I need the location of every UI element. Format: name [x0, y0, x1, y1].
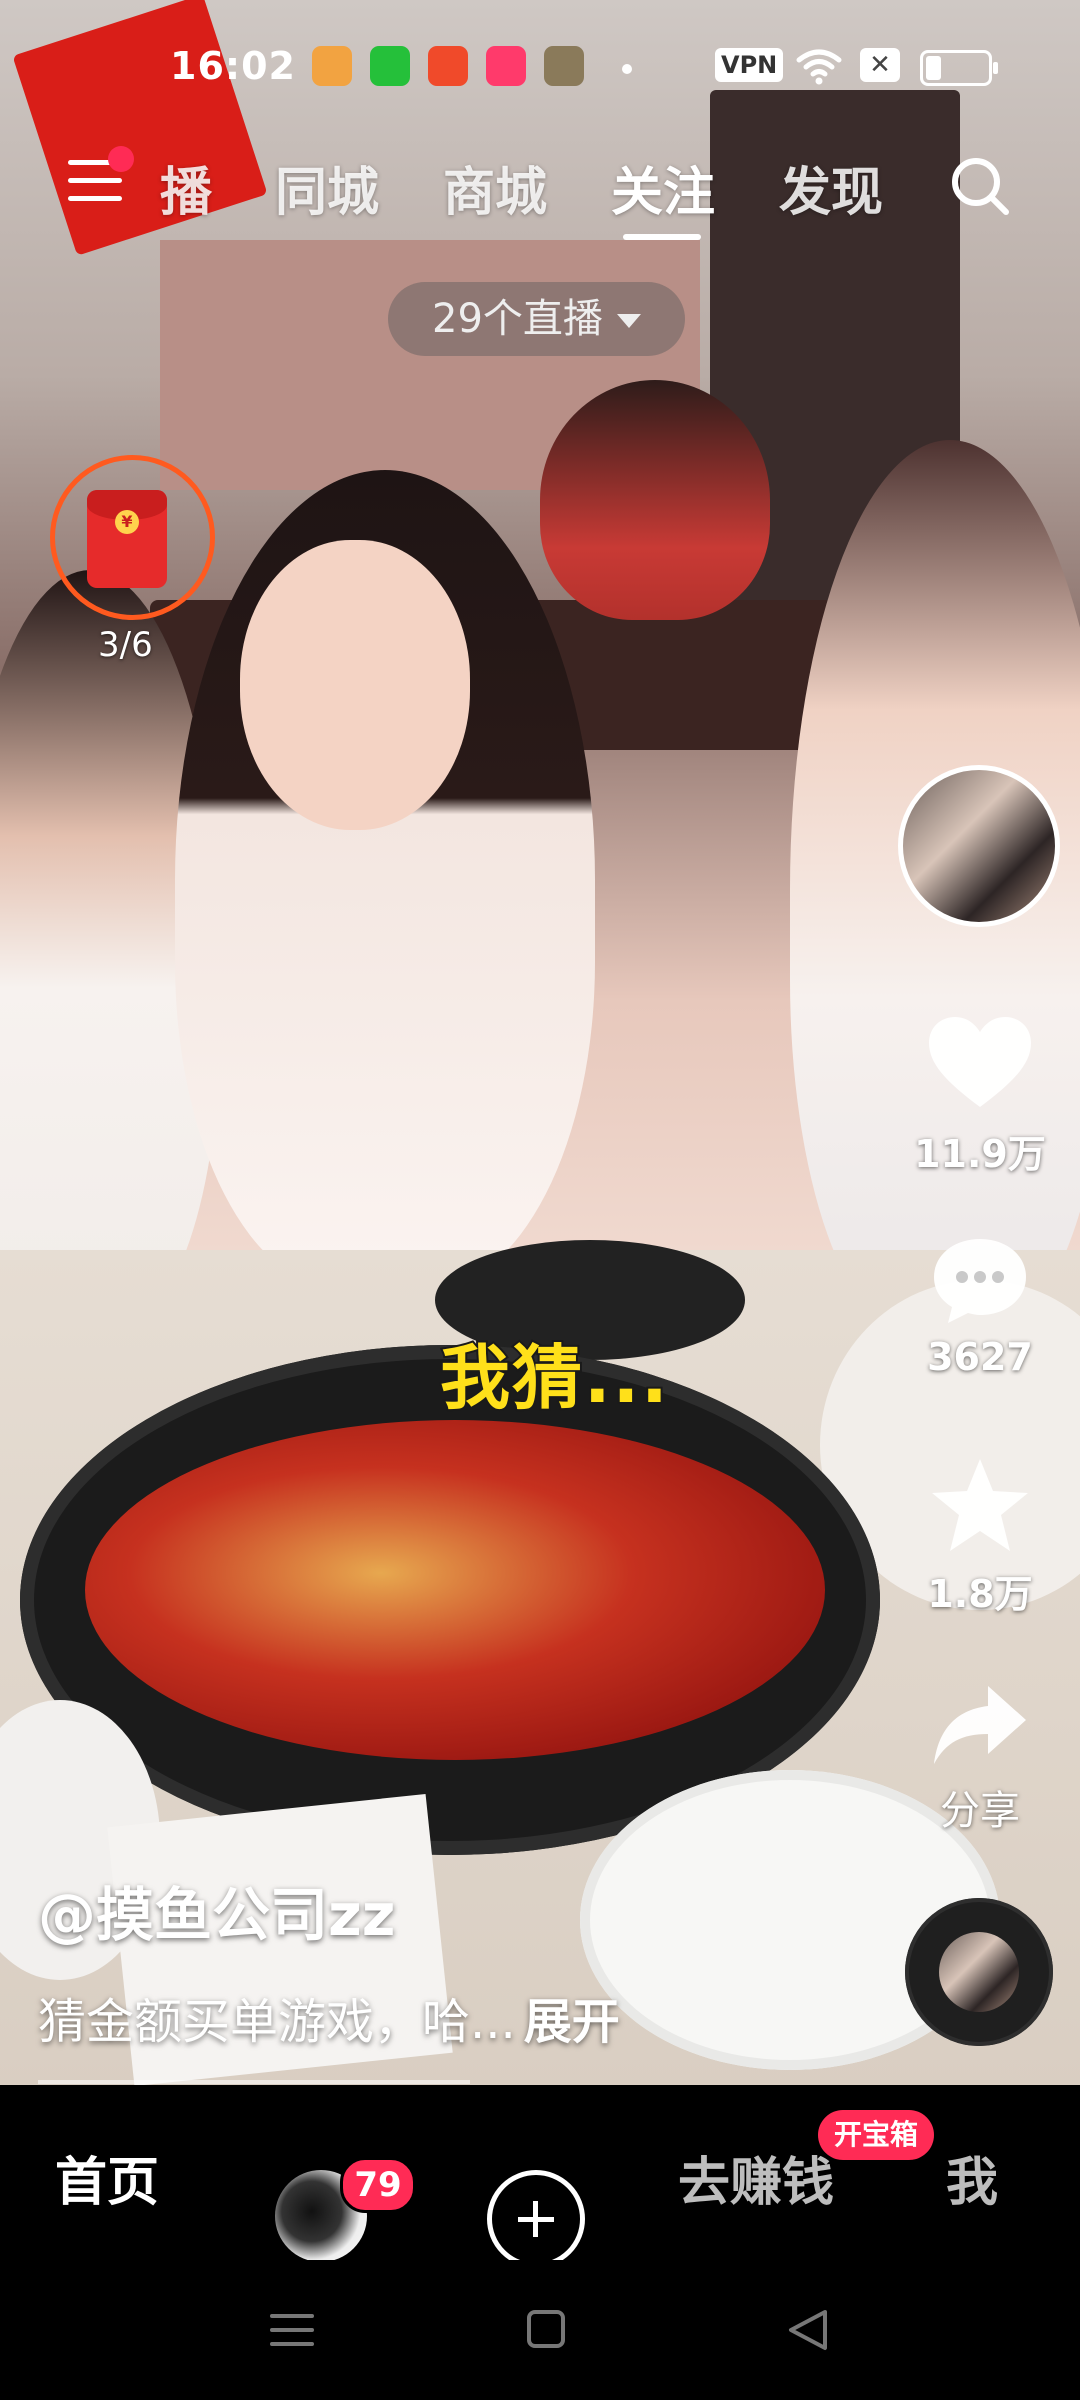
game-app-icon [544, 46, 584, 86]
bottom-nav: 首页 79 去赚钱 开宝箱 我 [0, 2085, 1080, 2268]
back-icon[interactable] [785, 2308, 831, 2352]
battery-nub [993, 62, 998, 74]
notification-app-icon [312, 46, 352, 86]
recent-apps-icon[interactable] [270, 2310, 314, 2350]
author-avatar[interactable] [898, 765, 1060, 927]
tab-following[interactable]: 关注 [611, 150, 715, 225]
background-person [540, 380, 770, 620]
status-time: 16:02 [170, 44, 296, 88]
star-icon [932, 1459, 1028, 1551]
vpn-icon: VPN [715, 48, 784, 82]
friends-notification-badge: 79 [340, 2157, 416, 2213]
douyin-screen: 16:02 VPN ✕ 播 同城 商城 关注 发现 29个直播 ¥ 3/6 11… [0, 0, 1080, 2400]
tab-discover[interactable]: 发现 [779, 150, 883, 225]
video-app-icon [428, 46, 468, 86]
spicy-food [85, 1420, 825, 1760]
music-disc-button[interactable] [905, 1898, 1053, 2046]
treasure-box-badge[interactable]: 开宝箱 [818, 2110, 935, 2160]
like-button[interactable]: 11.9万 [900, 1015, 1060, 1178]
music-cover [939, 1932, 1019, 2012]
create-post-button[interactable] [487, 2170, 585, 2268]
battery-level [926, 56, 941, 80]
author-name[interactable]: @摸鱼公司zz [38, 1868, 396, 1952]
video-description[interactable]: 猜金额买单游戏，哈... 展开 [38, 1982, 620, 2052]
heart-icon [929, 1017, 1031, 1107]
menu-notification-dot [108, 146, 134, 172]
tab-active-indicator [623, 234, 701, 240]
expand-link[interactable]: 展开 [524, 1994, 620, 2050]
yuan-coin-icon: ¥ [115, 510, 139, 534]
no-sim-icon: ✕ [860, 48, 900, 82]
red-envelope-icon: ¥ [87, 490, 167, 588]
share-arrow-icon [934, 1686, 1026, 1764]
video-sticker-text: 我猜... [438, 1335, 670, 1421]
more-notifications-dot [622, 64, 632, 74]
wifi-icon [796, 49, 842, 85]
nav-home[interactable]: 首页 [55, 2140, 159, 2215]
wechat-icon [370, 46, 410, 86]
share-label: 分享 [940, 1788, 1020, 1834]
dropdown-arrow-icon [616, 314, 641, 328]
system-nav-bar [0, 2260, 1080, 2400]
favorite-button[interactable]: 1.8万 [900, 1455, 1060, 1618]
nav-me[interactable]: 我 [946, 2140, 998, 2215]
tab-live[interactable]: 播 [160, 150, 212, 225]
nav-earn[interactable]: 去赚钱 [678, 2140, 834, 2215]
search-icon[interactable] [948, 154, 1012, 218]
comment-icon [934, 1239, 1026, 1323]
share-button[interactable]: 分享 [900, 1680, 1060, 1836]
person-center-face [240, 540, 470, 830]
tab-local[interactable]: 同城 [275, 150, 379, 225]
video-progress-bar[interactable] [38, 2080, 470, 2084]
music-app-icon [486, 46, 526, 86]
battery-icon [920, 50, 998, 86]
home-icon[interactable] [527, 2310, 565, 2348]
plus-icon-v [533, 2201, 538, 2237]
comment-button[interactable]: 3627 [900, 1235, 1060, 1379]
description-text: 猜金额买单游戏，哈... [38, 1994, 516, 2050]
like-count: 11.9万 [914, 1132, 1046, 1176]
red-packet-progress: 3/6 [98, 625, 153, 665]
comment-count: 3627 [927, 1335, 1033, 1379]
status-bar: 16:02 VPN ✕ [0, 44, 1080, 94]
live-count-label: 29个直播 [432, 296, 603, 342]
red-packet-button[interactable]: ¥ [50, 455, 215, 620]
tab-mall[interactable]: 商城 [443, 150, 547, 225]
top-nav: 播 同城 商城 关注 发现 [0, 146, 1080, 240]
favorite-count: 1.8万 [927, 1572, 1033, 1616]
live-count-button[interactable]: 29个直播 [388, 282, 685, 356]
